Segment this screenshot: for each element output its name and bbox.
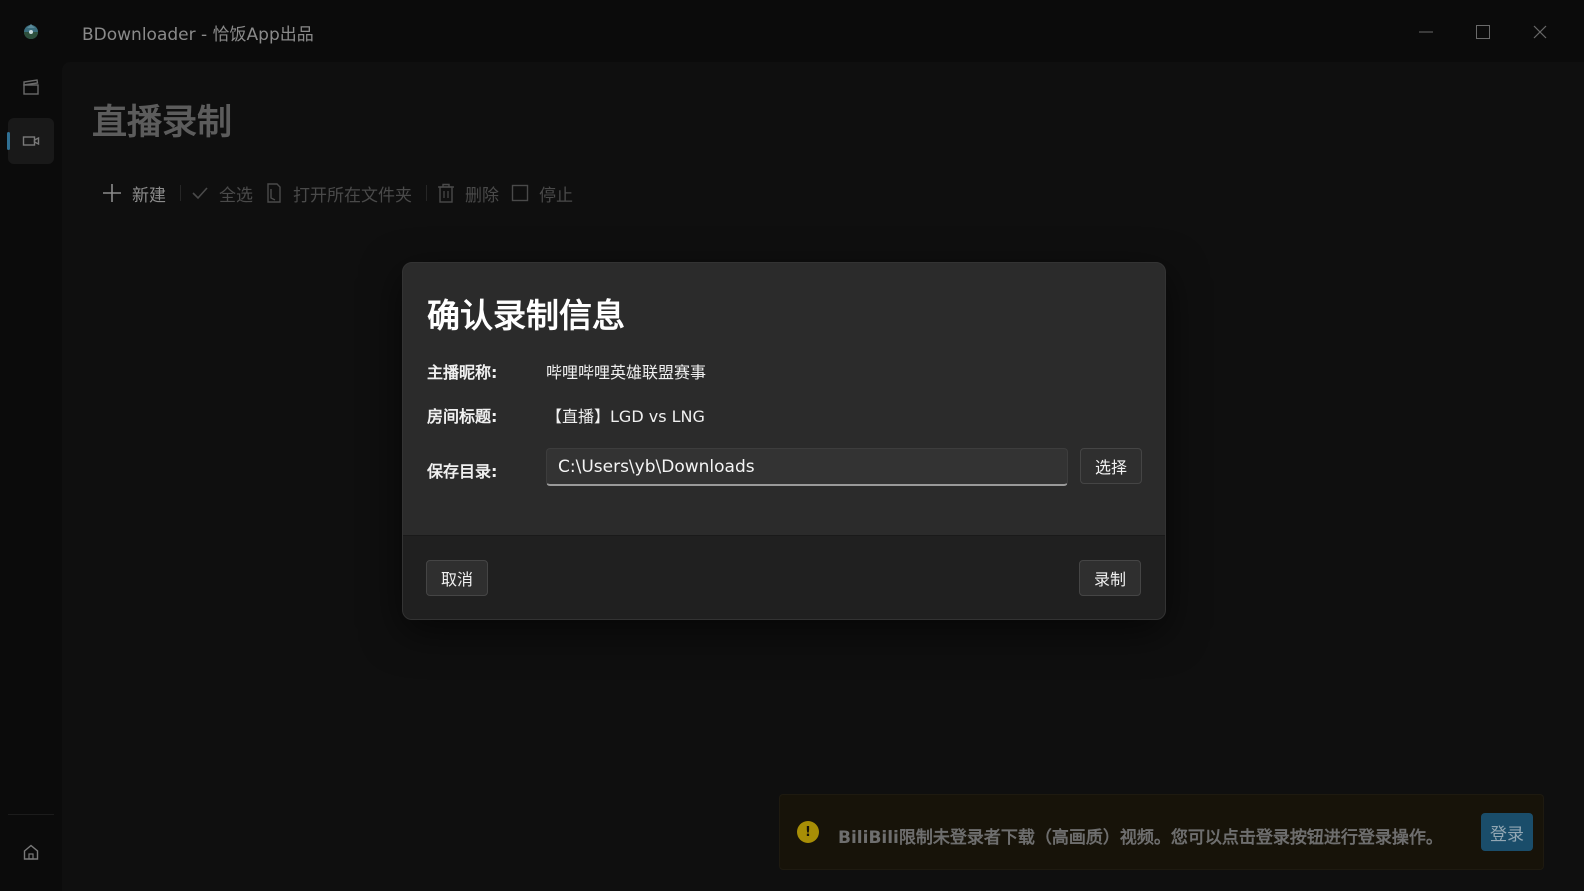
video-camera-icon: [22, 136, 40, 146]
sidebar: [0, 62, 62, 891]
room-title-label: 房间标题:: [427, 407, 498, 426]
trash-icon: [438, 183, 454, 203]
active-indicator: [7, 132, 10, 150]
folder-open-icon: [267, 183, 281, 203]
sidebar-item-home[interactable]: [8, 829, 54, 875]
close-icon: [1533, 25, 1547, 39]
toolbar: 新建 全选 打开所在文件夹 删除 停止: [98, 176, 581, 210]
cancel-button[interactable]: 取消: [426, 560, 488, 596]
sidebar-item-video-download[interactable]: [8, 64, 54, 110]
page-title: 直播录制: [92, 103, 233, 143]
app-logo-icon: [24, 24, 38, 39]
plus-icon: [103, 184, 121, 202]
select-all-button[interactable]: 全选: [187, 176, 261, 210]
streamer-label: 主播昵称:: [427, 363, 498, 382]
streamer-value: 哔哩哔哩英雄联盟赛事: [546, 363, 707, 382]
minimize-button[interactable]: [1412, 18, 1440, 46]
record-button[interactable]: 录制: [1079, 560, 1141, 596]
stop-label: 停止: [539, 185, 573, 206]
sidebar-item-live-record[interactable]: [7, 118, 54, 164]
maximize-button[interactable]: [1469, 18, 1497, 46]
app-window: BDownloader - 恰饭App出品 直播录制 新建 全选 打开所在文件夹…: [0, 0, 1584, 891]
save-dir-label: 保存目录:: [427, 462, 498, 481]
dialog-footer: 取消 录制: [403, 535, 1165, 619]
title-bar: BDownloader - 恰饭App出品: [0, 0, 1584, 62]
dialog-title: 确认录制信息: [427, 296, 625, 335]
checkmark-icon: [192, 187, 208, 200]
choose-folder-button[interactable]: 选择: [1080, 448, 1142, 484]
open-folder-label: 打开所在文件夹: [293, 185, 412, 206]
sidebar-divider: [8, 814, 54, 815]
confirm-record-dialog: 确认录制信息 主播昵称: 哔哩哔哩英雄联盟赛事 房间标题: 【直播】LGD vs…: [402, 262, 1166, 620]
infobar-message: BiliBili限制未登录者下载（高画质）视频。您可以点击登录按钮进行登录操作。: [838, 828, 1443, 848]
login-button[interactable]: 登录: [1481, 813, 1533, 851]
toolbar-separator: [426, 185, 427, 201]
home-icon: [23, 844, 39, 860]
login-warning-infobar: ! BiliBili限制未登录者下载（高画质）视频。您可以点击登录按钮进行登录操…: [779, 794, 1544, 870]
open-folder-button[interactable]: 打开所在文件夹: [261, 176, 420, 210]
select-all-label: 全选: [219, 185, 253, 206]
stop-button[interactable]: 停止: [507, 176, 581, 210]
minimize-icon: [1419, 31, 1433, 33]
delete-label: 删除: [465, 185, 499, 206]
close-button[interactable]: [1526, 18, 1554, 46]
room-title-value: 【直播】LGD vs LNG: [546, 407, 705, 426]
maximize-icon: [1476, 25, 1490, 39]
window-title: BDownloader - 恰饭App出品: [82, 25, 314, 45]
new-button[interactable]: 新建: [98, 176, 174, 210]
save-dir-input[interactable]: [546, 448, 1068, 486]
new-button-label: 新建: [132, 185, 166, 206]
toolbar-separator: [180, 185, 181, 201]
stop-icon: [511, 184, 529, 202]
warning-icon: !: [797, 821, 819, 843]
delete-button[interactable]: 删除: [433, 176, 507, 210]
clapperboard-icon: [23, 79, 39, 95]
